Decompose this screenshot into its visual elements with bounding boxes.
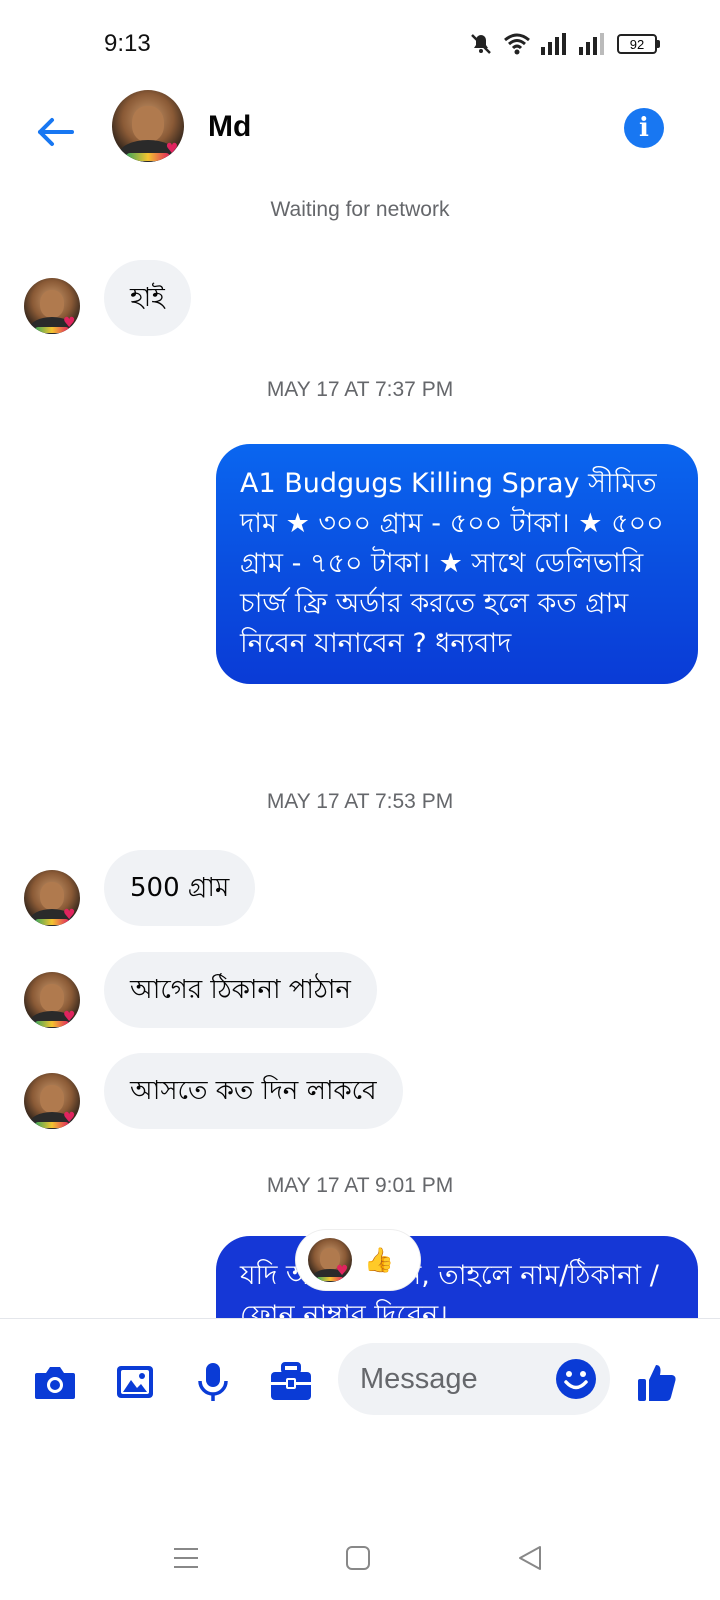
battery-level: 92 [617,34,657,54]
menu-button[interactable] [166,1538,206,1578]
sender-avatar[interactable]: ♥ [24,972,80,1028]
microphone-icon [198,1363,228,1401]
message-timestamp: MAY 17 AT 7:37 PM [266,378,454,401]
incoming-message[interactable]: আগের ঠিকানা পাঠান [104,952,377,1028]
info-button[interactable]: i [624,108,664,148]
message-composer [0,1318,720,1458]
battery-icon: 92 [617,34,660,54]
network-status: Waiting for network [270,198,450,221]
arrow-left-icon [38,118,74,146]
home-icon [346,1546,370,1570]
status-icons: 92 [469,32,660,56]
camera-icon [35,1367,75,1399]
sender-avatar[interactable]: ♥ [24,1073,80,1129]
incoming-message[interactable]: আসতে কত দিন লাকবে [104,1053,403,1129]
gallery-button[interactable] [110,1357,160,1407]
like-button[interactable] [632,1357,682,1407]
gallery-icon [117,1366,153,1398]
voice-button[interactable] [188,1357,238,1407]
camera-button[interactable] [30,1357,80,1407]
wifi-icon [504,33,530,55]
incoming-message[interactable]: 500 গ্রাম [104,850,256,926]
home-button[interactable] [338,1538,378,1578]
signal-icon [579,33,604,55]
signal-icon [541,33,566,55]
reactor-avatar: ♥ [308,1238,352,1282]
conversation-header: ♥ Md i [0,90,720,190]
menu-icon [174,1548,198,1568]
message-reaction[interactable]: ♥ 👍 [296,1230,420,1290]
info-icon: i [639,113,649,143]
outgoing-message[interactable]: A1 Budgugs Killing Spray সীমিত দাম ★ ৩০০… [216,444,698,684]
message-timestamp: MAY 17 AT 7:53 PM [266,790,454,813]
thumbs-up-reaction-icon: 👍 [364,1246,394,1274]
contact-name[interactable]: Md [208,110,251,144]
back-icon [519,1546,541,1570]
like-icon [638,1365,676,1401]
contact-avatar[interactable]: ♥ [112,90,184,162]
briefcase-icon [271,1362,311,1400]
status-bar: 9:13 92 [0,0,720,90]
business-tools-button[interactable] [266,1357,316,1407]
emoji-icon [556,1359,596,1399]
message-input[interactable] [360,1362,540,1396]
back-button[interactable] [32,108,80,156]
sender-avatar[interactable]: ♥ [24,870,80,926]
system-back-button[interactable] [510,1538,550,1578]
message-input-wrapper [338,1343,610,1415]
incoming-message[interactable]: হাই [104,260,191,336]
message-timestamp: MAY 17 AT 9:01 PM [266,1174,454,1197]
system-nav-bar [0,1510,720,1600]
emoji-button[interactable] [554,1357,598,1401]
mute-icon [471,34,491,54]
status-time: 9:13 [104,30,151,57]
sender-avatar[interactable]: ♥ [24,278,80,334]
